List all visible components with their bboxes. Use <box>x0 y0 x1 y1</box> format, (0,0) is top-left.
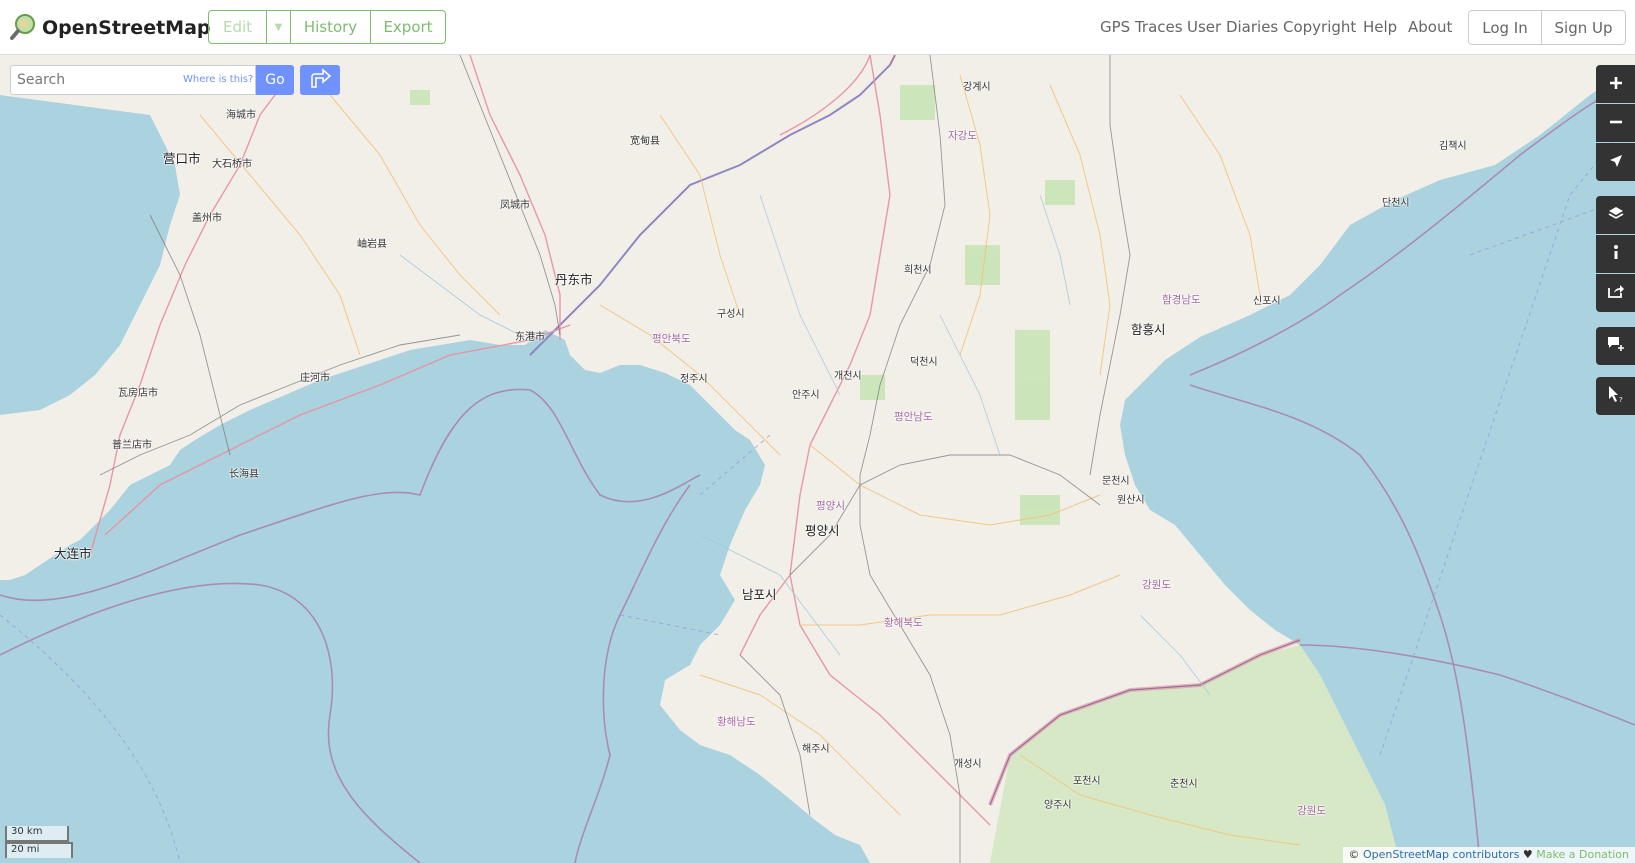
search-input[interactable] <box>15 71 169 89</box>
city-label[interactable]: 덕천시 <box>910 353 938 368</box>
top-header: OpenStreetMap Edit ▼ History Export GPS … <box>0 0 1635 55</box>
map-key-button[interactable] <box>1596 235 1635 273</box>
info-icon <box>1613 244 1619 264</box>
city-label[interactable]: 구성시 <box>717 305 745 320</box>
show-my-location-button[interactable] <box>1596 143 1635 181</box>
caret-down-icon: ▼ <box>274 21 283 33</box>
city-label[interactable]: 大石桥市 <box>212 155 252 170</box>
edit-button[interactable]: Edit <box>209 11 267 43</box>
osm-contributors-link[interactable]: OpenStreetMap contributors <box>1363 848 1519 861</box>
edit-dropdown-button[interactable]: ▼ <box>267 11 291 43</box>
map-canvas[interactable]: 海城市 营口市 大石桥市 盖州市 岫岩县 宽甸县 凤城市 丹东市 东港市 庄河市… <box>0 55 1635 863</box>
scale-bar: 30 km 20 mi <box>5 826 73 858</box>
province-label[interactable]: 황해북도 <box>884 615 923 630</box>
province-label[interactable]: 황해남도 <box>717 714 756 729</box>
city-label[interactable]: 东港市 <box>515 328 545 343</box>
scale-metric: 30 km <box>5 826 69 842</box>
city-label[interactable]: 长海县 <box>229 465 259 480</box>
province-label[interactable]: 평양시 <box>816 498 845 513</box>
nav-about[interactable]: About <box>1408 18 1452 36</box>
city-label[interactable]: 정주시 <box>680 370 708 385</box>
where-is-this-link[interactable]: Where is this? <box>183 74 253 85</box>
city-label[interactable]: 강계시 <box>963 78 991 93</box>
city-label-major[interactable]: 남포시 <box>742 584 777 603</box>
query-features-button[interactable]: ? <box>1596 377 1635 415</box>
plus-icon <box>1609 75 1623 94</box>
province-label[interactable]: 자강도 <box>948 128 977 143</box>
city-label[interactable]: 宽甸县 <box>630 132 660 147</box>
city-label[interactable]: 양주시 <box>1044 796 1072 811</box>
edit-history-export-group: Edit ▼ History Export <box>208 10 446 44</box>
scale-imperial: 20 mi <box>5 842 73 858</box>
city-label[interactable]: 개천시 <box>834 367 862 382</box>
city-label[interactable]: 瓦房店市 <box>118 384 158 399</box>
layers-button[interactable] <box>1596 196 1635 234</box>
brand-name: OpenStreetMap <box>42 17 211 39</box>
city-label[interactable]: 岫岩县 <box>357 235 387 250</box>
search-form: Where is this? <box>10 65 256 95</box>
city-label[interactable]: 해주시 <box>802 740 830 755</box>
svg-text:?: ? <box>1619 396 1623 403</box>
osm-logo-link[interactable]: OpenStreetMap <box>10 12 211 44</box>
auth-group: Log In Sign Up <box>1468 10 1626 45</box>
minus-icon <box>1609 114 1623 133</box>
signup-button[interactable]: Sign Up <box>1542 11 1625 44</box>
city-label[interactable]: 원산시 <box>1117 491 1145 506</box>
zoom-out-button[interactable] <box>1596 104 1635 142</box>
city-label[interactable]: 盖州市 <box>192 209 222 224</box>
share-icon <box>1607 283 1625 303</box>
search-go-button[interactable]: Go <box>256 65 294 95</box>
location-arrow-icon <box>1609 153 1623 172</box>
city-label[interactable]: 포천시 <box>1073 772 1101 787</box>
city-label[interactable]: 문천시 <box>1102 472 1130 487</box>
directions-icon <box>308 68 332 92</box>
city-label[interactable]: 庄河市 <box>300 369 330 384</box>
nav-gps-traces[interactable]: GPS Traces <box>1100 18 1183 36</box>
city-label[interactable]: 凤城市 <box>500 196 530 211</box>
share-button[interactable] <box>1596 274 1635 312</box>
province-label[interactable]: 평안북도 <box>652 331 691 346</box>
province-label[interactable]: 함경남도 <box>1162 292 1201 307</box>
nav-help[interactable]: Help <box>1363 18 1397 36</box>
city-label-major[interactable]: 营口市 <box>163 148 201 167</box>
city-label[interactable]: 희천시 <box>904 261 932 276</box>
export-button[interactable]: Export <box>371 11 445 43</box>
city-label[interactable]: 普兰店市 <box>112 436 152 451</box>
nav-user-diaries[interactable]: User Diaries <box>1187 18 1278 36</box>
add-note-button[interactable] <box>1596 327 1635 365</box>
city-label[interactable]: 안주시 <box>792 386 820 401</box>
cursor-question-icon: ? <box>1607 385 1625 407</box>
province-label[interactable]: 평안남도 <box>894 409 933 424</box>
donate-link[interactable]: Make a Donation <box>1536 848 1629 861</box>
city-label[interactable]: 신포시 <box>1253 292 1281 307</box>
city-label[interactable]: 개성시 <box>954 755 982 770</box>
province-label[interactable]: 강원도 <box>1297 803 1326 818</box>
city-label[interactable]: 춘천시 <box>1170 775 1198 790</box>
note-add-icon <box>1607 336 1625 356</box>
copyright-symbol: © <box>1348 848 1360 861</box>
city-label-major[interactable]: 평양시 <box>805 520 840 539</box>
directions-button[interactable] <box>300 65 340 95</box>
city-label[interactable]: 김책시 <box>1439 137 1467 152</box>
city-label-major[interactable]: 大连市 <box>54 543 92 562</box>
city-label[interactable]: 海城市 <box>226 106 256 121</box>
nav-copyright[interactable]: Copyright <box>1283 18 1356 36</box>
city-label-major[interactable]: 丹东市 <box>555 269 593 288</box>
zoom-in-button[interactable] <box>1596 65 1635 103</box>
layers-icon <box>1608 205 1624 225</box>
attribution: © OpenStreetMap contributors ♥ Make a Do… <box>1342 847 1635 863</box>
history-button[interactable]: History <box>291 11 371 43</box>
magnifier-logo-icon <box>10 12 38 44</box>
city-label-major[interactable]: 함흥시 <box>1131 319 1166 338</box>
city-label[interactable]: 단천시 <box>1382 194 1410 209</box>
heart-icon: ♥ <box>1522 848 1533 861</box>
login-button[interactable]: Log In <box>1469 11 1542 44</box>
province-label[interactable]: 강원도 <box>1142 577 1171 592</box>
